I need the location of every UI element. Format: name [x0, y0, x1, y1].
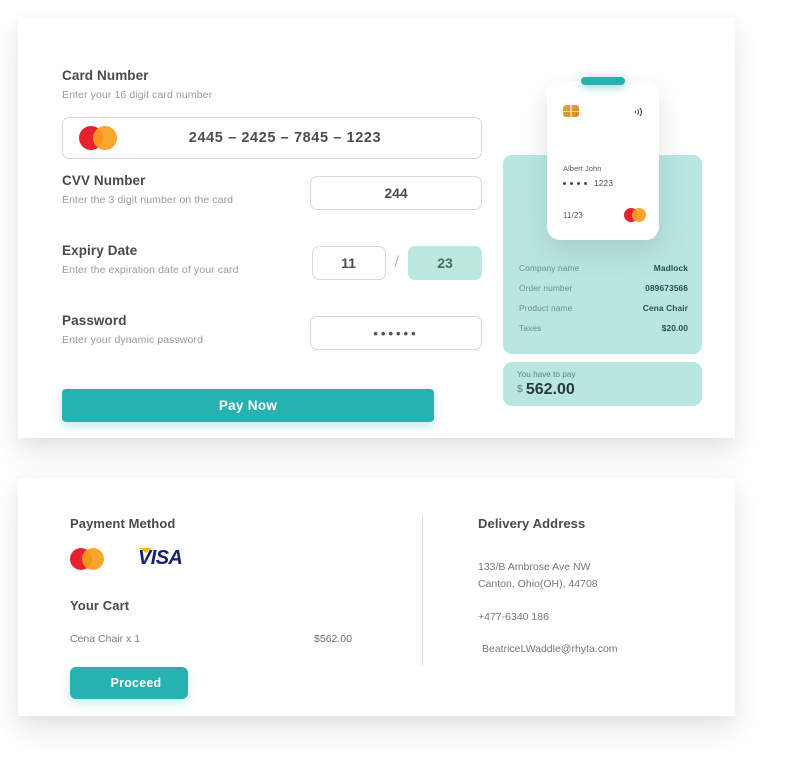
card-number-field: Card Number Enter your 16 digit card num… — [62, 68, 482, 159]
password-input-wrap: •••••• — [310, 316, 482, 350]
expiry-month-input[interactable]: 11 — [311, 246, 386, 280]
cart-item-price: $562.00 — [314, 633, 352, 645]
cvv-input-wrap: 244 — [310, 176, 482, 210]
summary-key: Taxes — [519, 323, 542, 333]
cart-line-item: Cena Chair x 1 $562.00 — [70, 633, 352, 645]
delivery-phone: +477-6340 186 — [478, 611, 549, 623]
cart-title: Your Cart — [70, 598, 130, 613]
payment-method-title: Payment Method — [70, 516, 176, 531]
contactless-icon — [631, 105, 645, 119]
cvv-label: CVV Number — [62, 173, 146, 188]
password-text: Password Enter your dynamic password — [62, 313, 272, 346]
cvv-hint: Enter the 3 digit number on the card — [62, 194, 234, 206]
cvv-input[interactable]: 244 — [310, 176, 482, 210]
password-input[interactable]: •••••• — [310, 316, 482, 350]
expiry-label: Expiry Date — [62, 243, 138, 258]
expiry-field: Expiry Date Enter the expiration date of… — [62, 243, 482, 299]
payment-form-panel: Card Number Enter your 16 digit card num… — [18, 18, 735, 438]
delivery-address-lines: 133/B Ambrose Ave NW Canton, Ohio(OH), 4… — [478, 559, 708, 593]
card-number-label: Card Number — [62, 68, 149, 83]
summary-row: Taxes $20.00 — [519, 323, 688, 333]
summary-key: Order number — [519, 283, 573, 293]
visa-icon[interactable]: VISA — [138, 547, 183, 570]
summary-value: $20.00 — [661, 323, 688, 333]
delivery-address-section: Delivery Address 133/B Ambrose Ave NW Ca… — [478, 516, 708, 655]
cart-item-name: Cena Chair x 1 — [70, 633, 141, 645]
mastercard-icon — [624, 208, 646, 222]
emv-chip-icon — [563, 105, 579, 117]
cvv-field: CVV Number Enter the 3 digit number on t… — [62, 173, 482, 229]
payment-method-logos: VISA — [70, 547, 390, 570]
summary-row: Product name Cena Chair — [519, 303, 688, 313]
card-holder-name: Albert John — [563, 164, 602, 173]
delivery-address-title: Delivery Address — [478, 516, 586, 531]
amount-due-label: You have to pay — [517, 370, 576, 379]
summary-row: Company name Madlock — [519, 263, 688, 273]
summary-key: Company name — [519, 263, 580, 273]
expiry-inputs: 11 / 23 — [311, 246, 482, 280]
cvv-text: CVV Number Enter the 3 digit number on t… — [62, 173, 272, 206]
expiry-text: Expiry Date Enter the expiration date of… — [62, 243, 272, 276]
order-summary-rows: Company name Madlock Order number 089673… — [519, 263, 688, 343]
password-hint: Enter your dynamic password — [62, 334, 204, 346]
summary-value: Madlock — [653, 263, 688, 273]
checkout-details-panel: Payment Method VISA Your Cart Cena Chair… — [18, 478, 735, 716]
address-street: 133/B Ambrose Ave NW — [478, 561, 591, 573]
summary-key: Product name — [519, 303, 573, 313]
amount-number: 562.00 — [525, 381, 575, 398]
currency-symbol: $ — [517, 383, 523, 395]
summary-row: Order number 089673566 — [519, 283, 688, 293]
proceed-button[interactable]: Proceed — [70, 667, 188, 699]
password-label: Password — [62, 313, 127, 328]
amount-due-value: $562.00 — [517, 381, 575, 399]
card-last4: 1223 — [593, 179, 614, 188]
address-city: Canton, Ohio(OH), 44708 — [478, 578, 598, 590]
summary-value: 089673566 — [645, 283, 688, 293]
card-number-hint: Enter your 16 digit card number — [62, 89, 213, 101]
password-field: Password Enter your dynamic password •••… — [62, 313, 482, 369]
card-expiry-text: 11/23 — [563, 211, 583, 220]
mastercard-icon[interactable] — [70, 547, 104, 570]
card-form: Card Number Enter your 16 digit card num… — [62, 68, 482, 422]
summary-value: Cena Chair — [642, 303, 688, 313]
section-divider — [422, 515, 423, 665]
card-number-input[interactable]: 2445 – 2425 – 7845 – 1223 — [62, 117, 482, 159]
expiry-hint: Enter the expiration date of your card — [62, 264, 239, 276]
expiry-year-input[interactable]: 23 — [408, 246, 482, 280]
pay-now-button[interactable]: Pay Now — [62, 389, 434, 422]
credit-card-visual: Albert John 1223 11/23 — [547, 77, 659, 240]
card-tab — [581, 77, 625, 85]
card-number-value: 2445 – 2425 – 7845 – 1223 — [188, 130, 382, 146]
mastercard-icon — [79, 126, 117, 150]
amount-due-panel: You have to pay $562.00 — [503, 362, 702, 406]
delivery-email: BeatriceLWaddle@rhyta.com — [482, 643, 618, 655]
payment-method-section: Payment Method VISA Your Cart Cena Chair… — [70, 516, 390, 699]
card-masked-number: 1223 — [563, 179, 613, 188]
expiry-separator: / — [394, 254, 399, 271]
